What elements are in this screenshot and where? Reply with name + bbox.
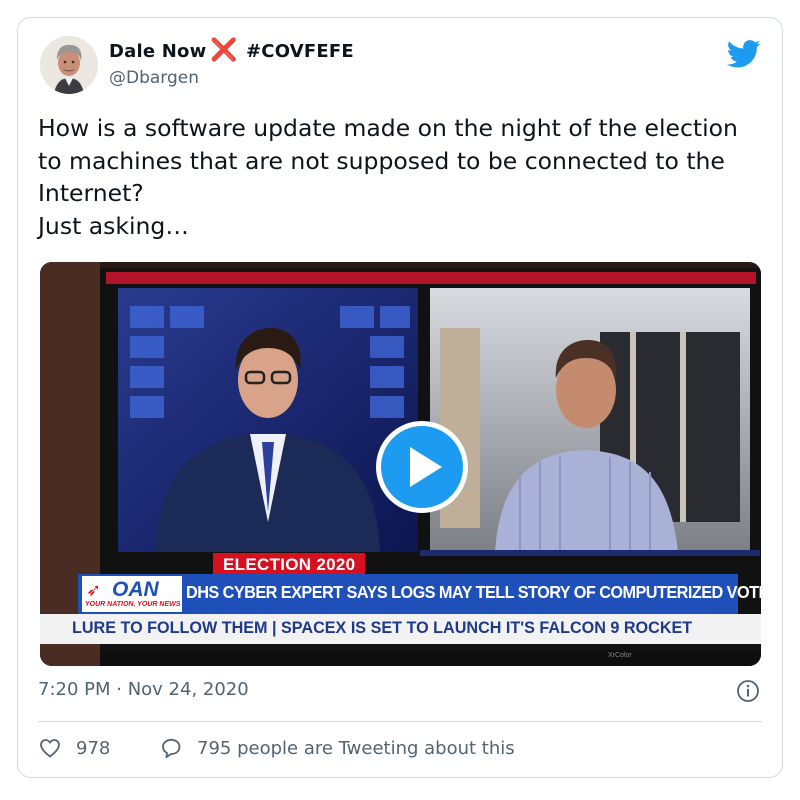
play-button[interactable]: [376, 421, 468, 513]
video-player[interactable]: ELECTION 2020 ➶ OAN YOUR NATION, YOUR NE…: [40, 262, 761, 666]
oan-slogan: YOUR NATION, YOUR NEWS: [85, 601, 181, 608]
eagle-icon: ➶: [86, 580, 102, 600]
tweet-text: How is a software update made on the nig…: [38, 114, 738, 240]
heart-icon: [40, 739, 60, 758]
author-display-name[interactable]: Dale Now ❌ #COVFEFE: [109, 40, 354, 62]
author-handle[interactable]: @Dbargen: [109, 68, 199, 88]
info-icon[interactable]: [736, 679, 760, 703]
avatar-image: [40, 36, 98, 94]
speech-bubble-icon: [162, 738, 181, 759]
cross-mark-emoji: ❌: [210, 38, 238, 63]
tweet-card[interactable]: Dale Now ❌ #COVFEFE @Dbargen How is a so…: [17, 17, 783, 778]
oan-logo-text: OAN: [112, 578, 159, 601]
play-icon: [410, 447, 442, 487]
conversation-text: 795 people are Tweeting about this: [197, 737, 515, 759]
like-count: 978: [76, 737, 111, 759]
news-ticker-text: LURE TO FOLLOW THEM | SPACEX IS SET TO L…: [72, 619, 693, 637]
divider: [38, 721, 762, 722]
author-hashtag: #COVFEFE: [246, 40, 354, 62]
oan-logo: ➶ OAN YOUR NATION, YOUR NEWS: [82, 576, 182, 612]
conversation-link[interactable]: 795 people are Tweeting about this: [159, 736, 515, 760]
twitter-bird-icon[interactable]: [727, 40, 761, 68]
chyron-headline: DHS CYBER EXPERT SAYS LOGS MAY TELL STOR…: [186, 582, 761, 602]
tweet-timestamp[interactable]: 7:20 PM · Nov 24, 2020: [38, 679, 249, 700]
like-button[interactable]: 978: [38, 736, 110, 760]
avatar[interactable]: [40, 36, 98, 94]
tv-brand-label: XrColor: [608, 652, 632, 659]
author-name: Dale Now: [109, 40, 207, 62]
